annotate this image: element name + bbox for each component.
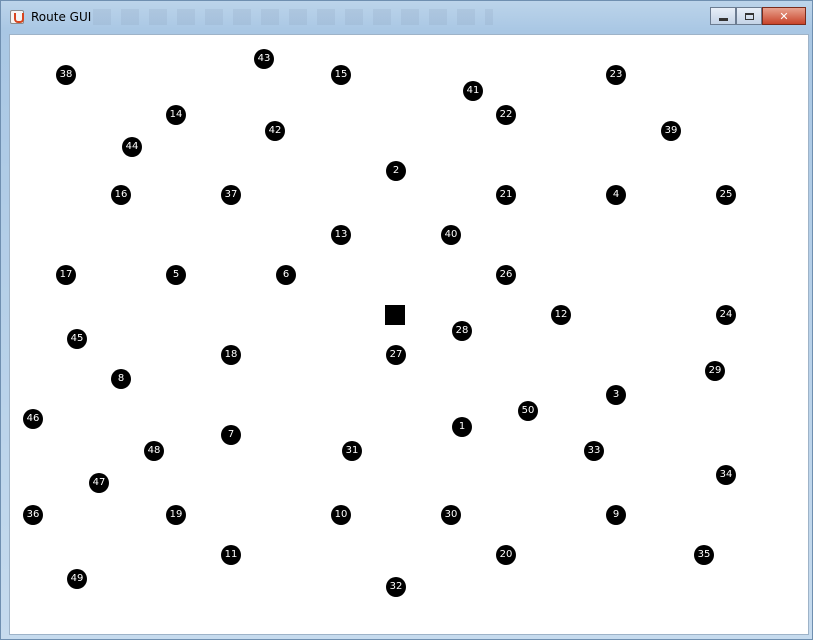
title-bar[interactable]: Route GUI ✕: [1, 1, 812, 33]
background-toolbar-ghost: [93, 9, 493, 25]
node: 47: [89, 473, 109, 493]
node: 49: [67, 569, 87, 589]
route-canvas[interactable]: 38 43 15 23 41 14 42 22 39 44 2 16 37 21…: [9, 34, 809, 635]
node: 2: [386, 161, 406, 181]
node: 20: [496, 545, 516, 565]
node: 33: [584, 441, 604, 461]
route-gui-window: Route GUI ✕ 38 43 15 23 41 14 42 22 39 4…: [0, 0, 813, 640]
caption-buttons: ✕: [710, 7, 806, 25]
node: 26: [496, 265, 516, 285]
node: 10: [331, 505, 351, 525]
node: 45: [67, 329, 87, 349]
node: 8: [111, 369, 131, 389]
close-button[interactable]: ✕: [762, 7, 806, 25]
node: 36: [23, 505, 43, 525]
node: 5: [166, 265, 186, 285]
node: 16: [111, 185, 131, 205]
node: 13: [331, 225, 351, 245]
node: 29: [705, 361, 725, 381]
node: 46: [23, 409, 43, 429]
depot-square: [385, 305, 405, 325]
node: 40: [441, 225, 461, 245]
close-icon: ✕: [779, 9, 789, 23]
minimize-button[interactable]: [710, 7, 736, 25]
node: 43: [254, 49, 274, 69]
node: 39: [661, 121, 681, 141]
node: 22: [496, 105, 516, 125]
node: 31: [342, 441, 362, 461]
node: 41: [463, 81, 483, 101]
node: 1: [452, 417, 472, 437]
node: 30: [441, 505, 461, 525]
node: 21: [496, 185, 516, 205]
node: 12: [551, 305, 571, 325]
node: 19: [166, 505, 186, 525]
maximize-icon: [744, 12, 754, 20]
node: 15: [331, 65, 351, 85]
node: 24: [716, 305, 736, 325]
node: 3: [606, 385, 626, 405]
node: 28: [452, 321, 472, 341]
node: 9: [606, 505, 626, 525]
node: 17: [56, 265, 76, 285]
node: 37: [221, 185, 241, 205]
node: 34: [716, 465, 736, 485]
java-cup-icon[interactable]: [10, 10, 24, 24]
node: 4: [606, 185, 626, 205]
node: 44: [122, 137, 142, 157]
node: 38: [56, 65, 76, 85]
node: 25: [716, 185, 736, 205]
node: 7: [221, 425, 241, 445]
node: 23: [606, 65, 626, 85]
maximize-button[interactable]: [736, 7, 762, 25]
node: 50: [518, 401, 538, 421]
window-title: Route GUI: [31, 10, 92, 24]
node: 6: [276, 265, 296, 285]
node: 14: [166, 105, 186, 125]
node: 42: [265, 121, 285, 141]
node: 48: [144, 441, 164, 461]
node: 35: [694, 545, 714, 565]
minimize-icon: [718, 17, 728, 21]
node: 32: [386, 577, 406, 597]
node: 18: [221, 345, 241, 365]
node: 27: [386, 345, 406, 365]
node: 11: [221, 545, 241, 565]
